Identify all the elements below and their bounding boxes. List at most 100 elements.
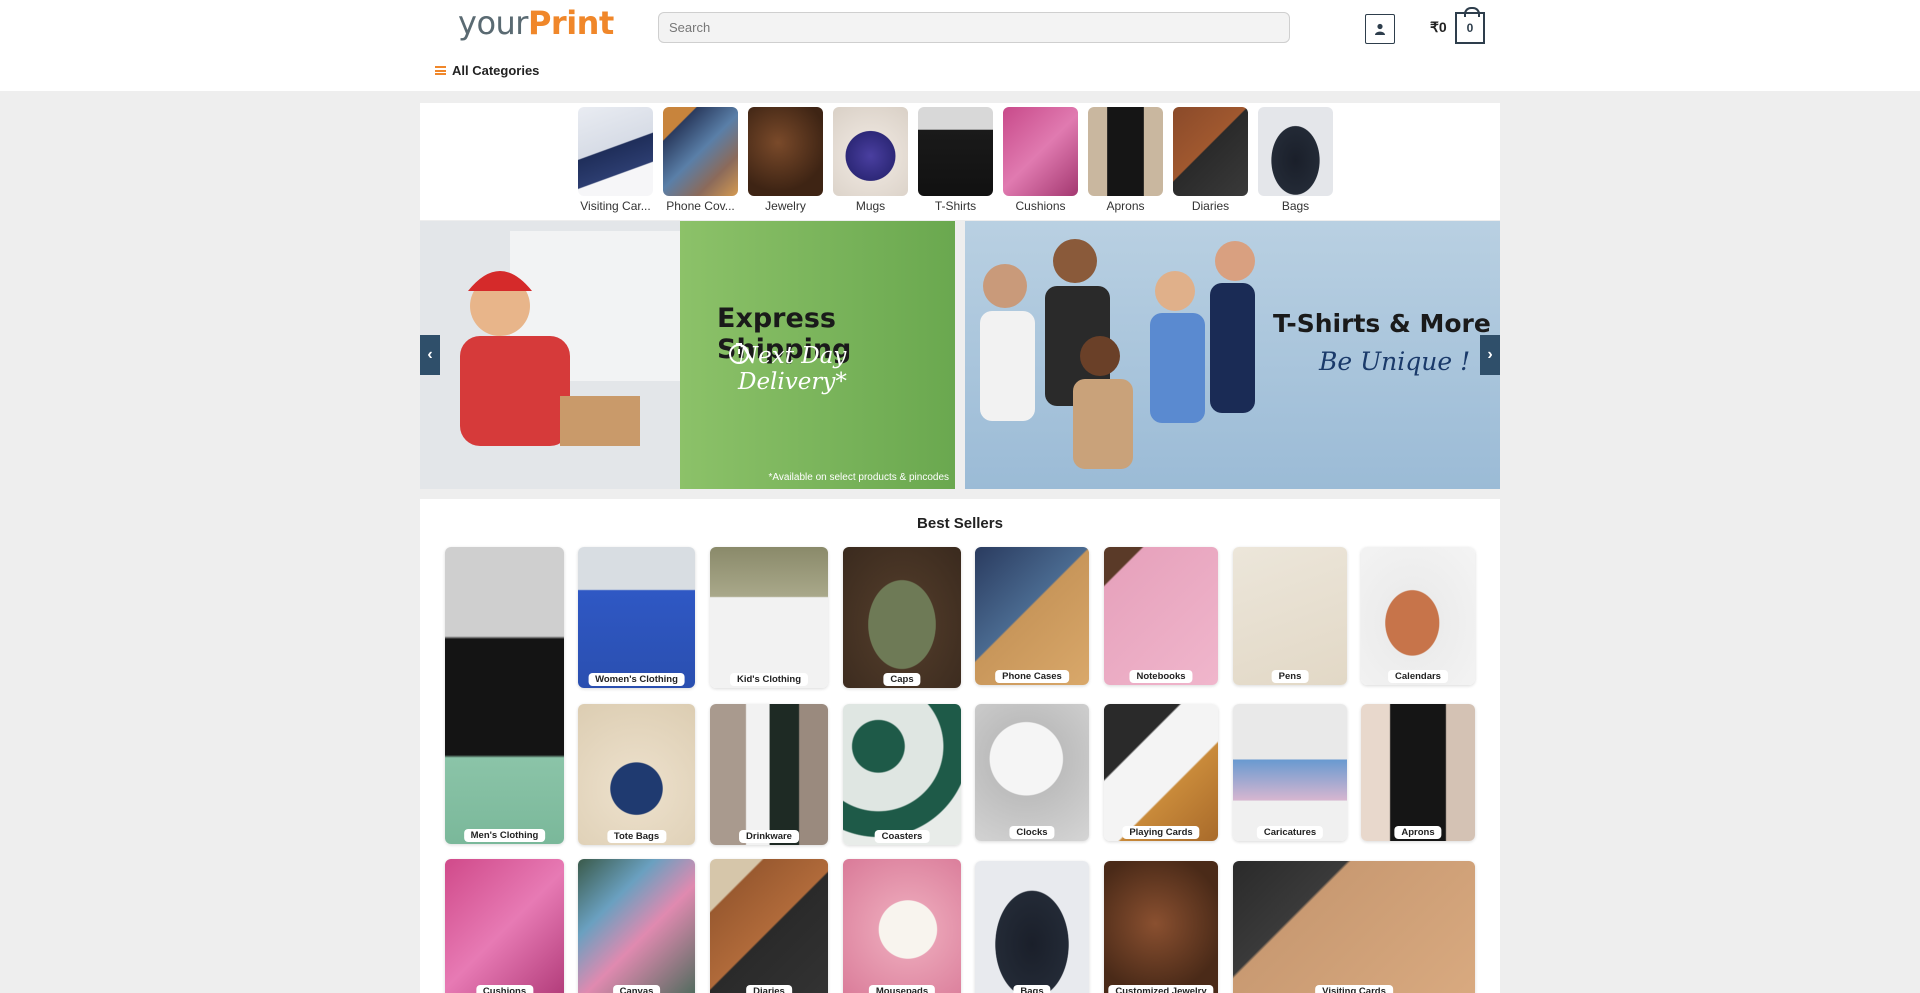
tile-label: Caricatures [1256, 826, 1324, 839]
category-cushions[interactable]: Cushions [1003, 107, 1078, 213]
category-strip: Visiting Car... Phone Cov... Jewelry Mug… [420, 103, 1500, 220]
best-seller-notebooks[interactable]: Notebooks [1104, 547, 1218, 685]
account-button[interactable] [1365, 14, 1395, 44]
best-seller-mens-clothing[interactable]: Men's Clothing [445, 547, 564, 844]
best-seller-diaries[interactable]: Diaries [710, 859, 828, 993]
group-photo-illustration [980, 239, 1255, 469]
category-label: Phone Cov... [666, 199, 735, 213]
tile-label: Coasters [874, 830, 930, 843]
category-image [578, 107, 653, 196]
category-label: Bags [1281, 199, 1310, 213]
best-seller-bags[interactable]: Bags [975, 861, 1089, 993]
banner-t-shirts[interactable]: T-Shirts & More Be Unique ! [965, 221, 1500, 489]
category-label: Mugs [855, 199, 886, 213]
category-image [1173, 107, 1248, 196]
all-categories-label: All Categories [452, 63, 540, 78]
category-image [1258, 107, 1333, 196]
category-image [1088, 107, 1163, 196]
carousel-next-button[interactable]: › [1480, 335, 1500, 375]
category-aprons[interactable]: Aprons [1088, 107, 1163, 213]
tile-label: Caps [883, 673, 921, 686]
best-seller-tote-bags[interactable]: Tote Bags [578, 704, 695, 845]
best-seller-caricatures[interactable]: Caricatures [1233, 704, 1347, 841]
tile-label: Mousepads [868, 985, 936, 993]
logo-text-your: your [458, 4, 528, 42]
best-sellers-section: Best Sellers Men's Clothing Women's Clot… [420, 499, 1500, 993]
category-image [748, 107, 823, 196]
category-label: T-Shirts [934, 199, 977, 213]
tile-label: Diaries [746, 985, 792, 993]
site-header: yourPrint ₹0 0 All Categories [0, 0, 1920, 91]
all-categories-menu[interactable]: All Categories [435, 63, 539, 78]
best-seller-phone-cases[interactable]: Phone Cases [975, 547, 1089, 685]
best-seller-caps[interactable]: Caps [843, 547, 961, 688]
category-bags[interactable]: Bags [1258, 107, 1333, 213]
category-diaries[interactable]: Diaries [1173, 107, 1248, 213]
tile-label: Kid's Clothing [730, 673, 808, 686]
tile-label: Playing Cards [1122, 826, 1200, 839]
tile-label: Visiting Cards [1315, 985, 1393, 993]
best-seller-playing-cards[interactable]: Playing Cards [1104, 704, 1218, 841]
category-image [833, 107, 908, 196]
best-seller-aprons[interactable]: Aprons [1361, 704, 1475, 841]
promo-carousel: Express Shipping Next Day Delivery* *Ava… [420, 221, 1500, 489]
category-label: Visiting Car... [580, 199, 651, 213]
banner-subline: Next Day Delivery* [738, 343, 847, 395]
category-image [663, 107, 738, 196]
tile-label: Aprons [1394, 826, 1442, 839]
tile-label: Tote Bags [606, 830, 667, 843]
tile-label: Canvas [612, 985, 661, 993]
best-seller-calendars[interactable]: Calendars [1361, 547, 1475, 685]
tile-label: Drinkware [739, 830, 799, 843]
site-logo[interactable]: yourPrint [458, 4, 614, 42]
cart-count: 0 [1466, 21, 1474, 35]
best-sellers-title: Best Sellers [917, 515, 1003, 532]
category-label: Jewelry [765, 199, 806, 213]
banner-express-shipping[interactable]: Express Shipping Next Day Delivery* *Ava… [420, 221, 955, 489]
tile-label: Women's Clothing [588, 673, 685, 686]
best-seller-womens-clothing[interactable]: Women's Clothing [578, 547, 695, 688]
tile-label: Calendars [1388, 670, 1448, 683]
banner-headline: T-Shirts & More [1273, 309, 1491, 338]
banner-footnote: *Available on select products & pincodes [768, 472, 949, 483]
category-phone-covers[interactable]: Phone Cov... [663, 107, 738, 213]
best-seller-customized-jewelry[interactable]: Customized Jewelry [1104, 861, 1218, 993]
tile-label: Bags [1013, 985, 1051, 993]
category-visiting-cards[interactable]: Visiting Car... [578, 107, 653, 213]
banner-subline: Be Unique ! [1319, 347, 1471, 376]
best-seller-coasters[interactable]: Coasters [843, 704, 961, 845]
carousel-prev-button[interactable]: ‹ [420, 335, 440, 375]
best-seller-visiting-cards[interactable]: Visiting Cards [1233, 861, 1475, 993]
best-seller-cushions[interactable]: Cushions [445, 859, 564, 993]
category-label: Cushions [1015, 199, 1066, 213]
category-jewelry[interactable]: Jewelry [748, 107, 823, 213]
tile-label: Customized Jewelry [1108, 985, 1214, 993]
category-label: Diaries [1191, 199, 1230, 213]
tile-label: Notebooks [1129, 670, 1193, 683]
delivery-person-illustration [420, 221, 680, 489]
best-seller-drinkware[interactable]: Drinkware [710, 704, 828, 845]
logo-text-print: Print [527, 4, 614, 42]
category-t-shirts[interactable]: T-Shirts [918, 107, 993, 213]
chevron-right-icon: › [1487, 346, 1493, 363]
user-icon [1375, 23, 1385, 35]
best-seller-mousepads[interactable]: Mousepads [843, 859, 961, 993]
category-label: Aprons [1106, 199, 1145, 213]
category-image [1003, 107, 1078, 196]
tile-label: Cushions [475, 985, 534, 993]
best-seller-pens[interactable]: Pens [1233, 547, 1347, 685]
category-mugs[interactable]: Mugs [833, 107, 908, 213]
best-seller-kids-clothing[interactable]: Kid's Clothing [710, 547, 828, 688]
best-seller-canvas[interactable]: Canvas [578, 859, 695, 993]
hamburger-icon [435, 66, 446, 75]
category-image [918, 107, 993, 196]
cart-button[interactable]: 0 [1455, 7, 1485, 44]
chevron-left-icon: ‹ [427, 346, 433, 363]
tile-label: Pens [1271, 670, 1309, 683]
best-seller-clocks[interactable]: Clocks [975, 704, 1089, 841]
tile-label: Clocks [1009, 826, 1055, 839]
search-input[interactable] [658, 12, 1290, 43]
tile-label: Men's Clothing [463, 829, 546, 842]
cart-total: ₹0 [1430, 19, 1447, 35]
tile-label: Phone Cases [995, 670, 1069, 683]
